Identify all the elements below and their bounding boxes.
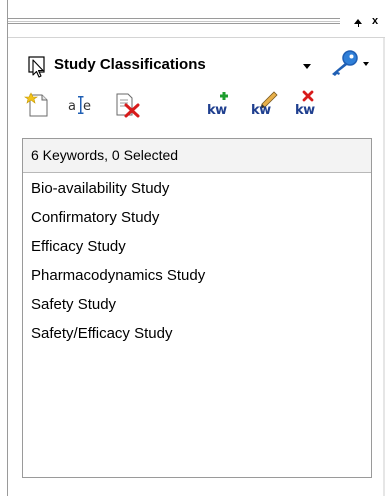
delete-classification-button[interactable]	[112, 90, 142, 120]
rename-classification-button[interactable]: a e	[66, 90, 96, 120]
search-keywords-button[interactable]	[326, 48, 372, 78]
delete-keyword-label: kw	[295, 103, 315, 118]
panel-title-bar: x	[8, 13, 385, 35]
keyword-list-box: 6 Keywords, 0 Selected Bio-availability …	[22, 138, 372, 478]
new-classification-button[interactable]	[24, 90, 54, 120]
keyword-item[interactable]: Bio-availability Study	[23, 175, 371, 204]
classification-value: Study Classifications	[54, 56, 206, 73]
title-separator	[8, 37, 385, 38]
keyword-toolbar: a e kw kw kw	[8, 88, 385, 124]
edit-keyword-button[interactable]: kw	[248, 90, 280, 122]
edit-keyword-label: kw	[251, 103, 271, 118]
new-classification-icon	[24, 92, 48, 117]
keyword-count-header: 6 Keywords, 0 Selected	[23, 139, 371, 173]
keyword-item[interactable]: Pharmacodynamics Study	[23, 262, 371, 291]
search-dropdown-arrow-icon	[363, 62, 369, 66]
rename-icon: a e	[68, 96, 91, 114]
classification-dropdown[interactable]: Study Classifications	[16, 50, 320, 80]
float-panel-button[interactable]	[350, 13, 366, 29]
keywords-panel: x Study Classifications a e kw kw kw 6 K…	[0, 0, 385, 496]
add-keyword-label: kw	[207, 103, 227, 118]
keyword-item[interactable]: Safety/Efficacy Study	[23, 320, 371, 349]
svg-text:a: a	[68, 99, 76, 114]
pointer-select-icon	[28, 56, 45, 78]
close-panel-button[interactable]: x	[367, 13, 383, 29]
chevron-down-icon	[303, 64, 311, 69]
add-keyword-button[interactable]: kw	[204, 90, 236, 122]
keyword-list: Bio-availability Study Confirmatory Stud…	[23, 175, 371, 349]
key-search-icon	[332, 50, 358, 76]
keyword-item[interactable]: Safety Study	[23, 291, 371, 320]
panel-left-border	[7, 0, 8, 496]
keyword-item[interactable]: Confirmatory Study	[23, 204, 371, 233]
keyword-item[interactable]: Efficacy Study	[23, 233, 371, 262]
delete-keyword-button[interactable]: kw	[292, 90, 324, 122]
panel-gripper[interactable]	[8, 18, 340, 24]
svg-text:e: e	[83, 99, 91, 114]
delete-classification-icon	[116, 93, 140, 118]
